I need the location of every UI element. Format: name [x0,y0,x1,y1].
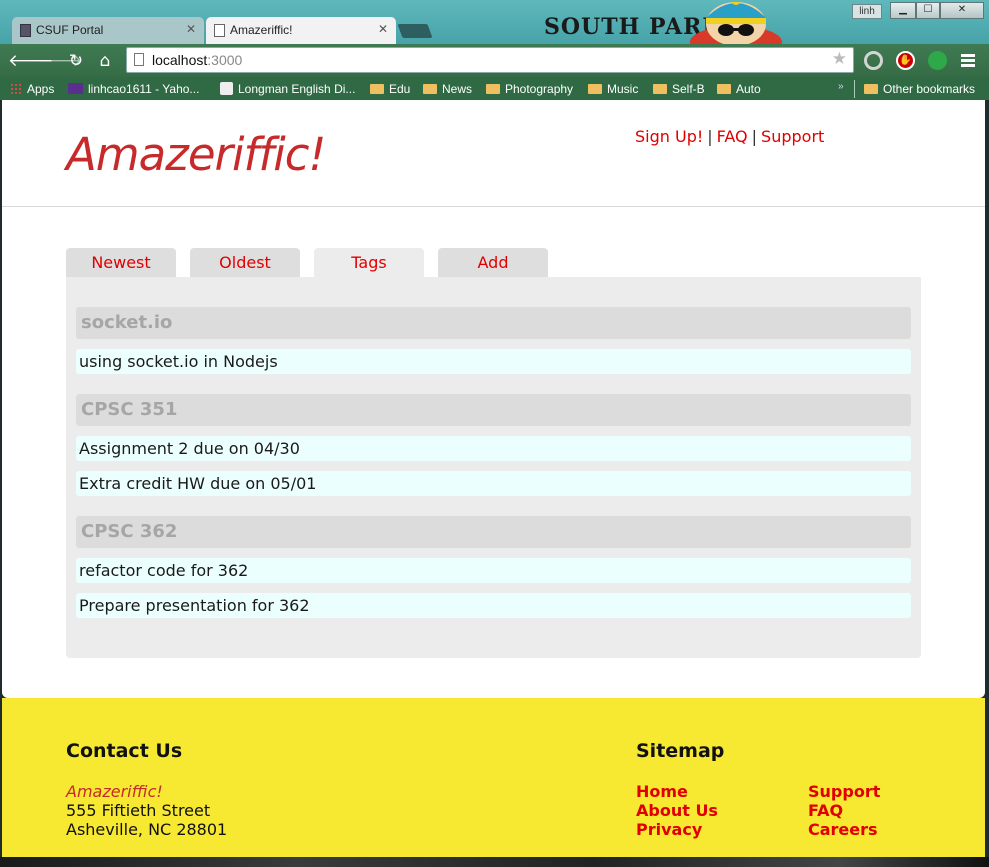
new-tab-button[interactable] [397,24,433,38]
tab-tags[interactable]: Tags [314,248,424,277]
sitemap-faq-link[interactable]: FAQ [808,801,843,820]
list-item: refactor code for 362 [76,558,911,583]
extension-ring-icon[interactable] [864,51,883,70]
extension-leaf-icon[interactable] [928,51,947,70]
bookmark-folder-self-b[interactable]: Self-B [653,81,705,97]
bookmarks-bar: Apps linhcao1611 - Yaho... Longman Engli… [0,77,989,100]
folder-icon [717,84,731,94]
profile-button[interactable]: linh [852,4,882,19]
bookmark-longman[interactable]: Longman English Di... [220,81,355,97]
tab-oldest[interactable]: Oldest [190,248,300,277]
site-footer: Contact Us Amazeriffic! 555 Fiftieth Str… [2,698,985,857]
maximize-button[interactable]: ☐ [916,2,940,19]
tab-title: CSUF Portal [36,23,104,37]
os-taskbar-strip [0,857,989,867]
apps-grid-icon [10,83,22,95]
list-item: Prepare presentation for 362 [76,593,911,618]
folder-icon [864,84,878,94]
bookmarks-overflow-button[interactable]: » [838,81,844,92]
tab-add[interactable]: Add [438,248,548,277]
bookmark-folder-news[interactable]: News [423,81,472,97]
folder-icon [370,84,384,94]
tag-heading-cpsc-351: CPSC 351 [76,394,911,426]
sitemap-careers-link[interactable]: Careers [808,820,878,839]
theme-banner: SOUTH PARK [540,2,790,46]
folder-icon [486,84,500,94]
mail-icon [68,83,83,94]
close-tab-icon[interactable]: ✕ [378,22,388,36]
address-bar[interactable]: localhost:3000 ★ [126,47,854,73]
tab-title: Amazeriffic! [230,23,293,37]
address-line-1: 555 Fiftieth Street [66,801,211,820]
sign-up-link[interactable]: Sign Up! [635,127,703,146]
tab-newest[interactable]: Newest [66,248,176,277]
page-content: Amazeriffic! Sign Up! | FAQ | Support Newest… [2,100,985,698]
url-text: localhost:3000 [152,52,243,68]
bookmark-apps[interactable]: Apps [10,81,54,97]
bookmark-yahoo-mail[interactable]: linhcao1611 - Yaho... [68,81,199,97]
faq-link[interactable]: FAQ [717,127,748,146]
window-controls: ▁ ☐ ✕ [890,2,984,20]
forward-arrow-icon[interactable]: 🡒 [37,51,83,71]
folder-icon [653,84,667,94]
contact-heading: Contact Us [66,740,183,762]
address-line-2: Asheville, NC 28801 [66,820,228,839]
tags-panel: socket.io using socket.io in Nodejs CPSC… [66,277,921,658]
close-window-button[interactable]: ✕ [940,2,984,19]
browser-tab-amazeriffic[interactable]: Amazeriffic! ✕ [206,17,396,44]
tag-heading-cpsc-362: CPSC 362 [76,516,911,548]
reload-icon[interactable]: ↻ [66,51,86,71]
bookmark-folder-edu[interactable]: Edu [370,81,410,97]
bookmark-folder-music[interactable]: Music [588,81,638,97]
browser-menu-icon[interactable] [961,54,975,67]
folder-icon [423,84,437,94]
portal-favicon-icon [20,24,31,37]
site-logo[interactable]: Amazeriffic! [66,128,326,181]
nav-separator: | [707,127,713,146]
browser-toolbar: 🡐 🡒 ↻ ⌂ localhost:3000 ★ ✋ [0,44,989,77]
adblock-stop-icon[interactable]: ✋ [896,51,915,70]
cartman-character-icon [690,2,782,46]
profile-name: linh [859,6,875,17]
top-nav: Sign Up! | FAQ | Support [635,127,824,146]
sitemap-privacy-link[interactable]: Privacy [636,820,702,839]
sitemap-home-link[interactable]: Home [636,782,688,801]
browser-tab-csuf[interactable]: CSUF Portal ✕ [12,17,204,44]
sitemap-about-link[interactable]: About Us [636,801,718,820]
minimize-button[interactable]: ▁ [890,2,916,19]
bookmark-other-bookmarks[interactable]: Other bookmarks [864,81,975,97]
page-icon [134,53,144,66]
close-tab-icon[interactable]: ✕ [186,22,196,36]
bookmark-folder-photography[interactable]: Photography [486,81,573,97]
back-arrow-icon[interactable]: 🡐 [8,51,54,71]
list-item: Extra credit HW due on 05/01 [76,471,911,496]
list-item: Assignment 2 due on 04/30 [76,436,911,461]
site-header: Amazeriffic! Sign Up! | FAQ | Support [2,100,985,207]
dictionary-icon [220,82,233,95]
sitemap-heading: Sitemap [636,740,725,762]
folder-icon [588,84,602,94]
sitemap-support-link[interactable]: Support [808,782,880,801]
page-favicon-icon [214,24,225,37]
nav-separator: | [751,127,758,146]
bookmarks-divider [854,80,855,98]
contact-address: Amazeriffic! 555 Fiftieth Street Ashevil… [66,782,227,839]
support-link[interactable]: Support [761,127,824,146]
home-icon[interactable]: ⌂ [95,51,115,71]
bookmark-folder-auto[interactable]: Auto [717,81,761,97]
browser-titlebar: CSUF Portal ✕ Amazeriffic! ✕ SOUTH PARK … [0,0,989,46]
bookmark-star-icon[interactable]: ★ [832,49,847,69]
tag-heading-socket-io: socket.io [76,307,911,339]
list-item: using socket.io in Nodejs [76,349,911,374]
contact-brand: Amazeriffic! [66,782,163,801]
